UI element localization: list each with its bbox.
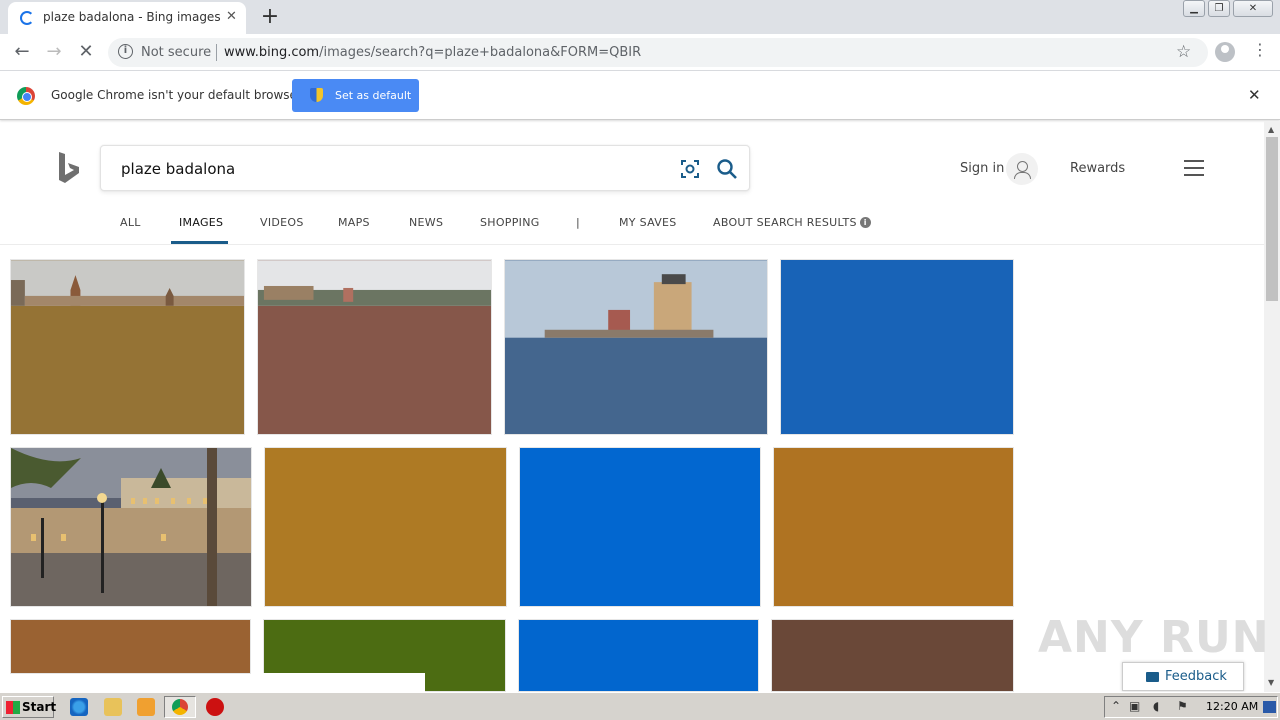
profile-avatar-icon[interactable] — [1215, 42, 1235, 62]
windows-flag-icon — [6, 701, 20, 714]
new-tab-button[interactable]: + — [258, 4, 282, 29]
close-window-button[interactable]: ✕ — [1233, 0, 1273, 17]
feedback-button[interactable]: Feedback — [1122, 662, 1244, 691]
info-icon[interactable]: i — [859, 217, 871, 228]
search-icon[interactable] — [716, 158, 738, 180]
chrome-taskbar-button[interactable] — [164, 696, 196, 718]
back-button[interactable]: ← — [10, 40, 34, 64]
search-input[interactable]: plaze badalona — [121, 160, 235, 178]
default-browser-infobar: Google Chrome isn't your default browser… — [0, 71, 1280, 120]
forward-button[interactable]: → — [42, 40, 66, 64]
partial-overlay — [263, 673, 425, 692]
security-status: Not secure — [141, 45, 212, 60]
scroll-thumb[interactable] — [1266, 137, 1278, 301]
active-tab-indicator — [171, 241, 228, 244]
image-result[interactable] — [10, 619, 251, 674]
tab-about-search-results[interactable]: ABOUT SEARCH RESULTS i — [713, 216, 871, 229]
scroll-up-icon[interactable]: ▲ — [1268, 125, 1274, 134]
scope-tabs: ALL IMAGES VIDEOS MAPS NEWS SHOPPING | M… — [0, 205, 1264, 245]
tab-maps[interactable]: MAPS — [338, 216, 370, 229]
infobar-close-icon[interactable]: ✕ — [1248, 86, 1261, 104]
start-button[interactable]: Start — [2, 696, 57, 718]
visual-search-icon[interactable] — [680, 159, 700, 179]
image-result[interactable] — [257, 259, 492, 435]
set-as-default-label: Set as default — [335, 89, 412, 102]
loading-spinner-icon — [20, 11, 34, 25]
url-domain: www.bing.com — [224, 45, 320, 60]
chrome-icon — [172, 699, 188, 715]
tab-all[interactable]: ALL — [120, 216, 141, 229]
tab-strip: plaze badalona - Bing images ✕ + ▁ ❐ ✕ — [0, 0, 1280, 34]
chrome-logo-icon — [17, 87, 35, 105]
image-result[interactable] — [10, 259, 245, 435]
tab-shopping[interactable]: SHOPPING — [480, 216, 540, 229]
feedback-icon — [1146, 672, 1159, 682]
image-result[interactable] — [504, 259, 768, 435]
scroll-down-icon[interactable]: ▼ — [1268, 678, 1274, 687]
about-search-results-label: ABOUT SEARCH RESULTS — [713, 216, 857, 229]
rewards-link[interactable]: Rewards — [1070, 161, 1125, 176]
url-path: /images/search?q=plaze+badalona&FORM=QBI… — [319, 45, 642, 60]
anyrun-watermark: ANY RUN — [1038, 612, 1270, 663]
tray-expand-icon[interactable]: ⌃ — [1111, 699, 1121, 713]
minimize-button[interactable]: ▁ — [1183, 0, 1205, 17]
tab-videos[interactable]: VIDEOS — [260, 216, 304, 229]
hamburger-menu-icon[interactable] — [1184, 160, 1204, 176]
page-scrollbar[interactable]: ▲ ▼ — [1264, 121, 1280, 692]
flag-icon[interactable]: ⚑ — [1177, 699, 1188, 713]
internet-explorer-icon[interactable] — [70, 698, 88, 716]
infobar-message: Google Chrome isn't your default browser — [51, 88, 302, 102]
media-player-icon[interactable] — [137, 698, 155, 716]
file-explorer-icon[interactable] — [104, 698, 122, 716]
system-tray: ⌃ ▣ ◖ ⚑ 12:20 AM — [1104, 696, 1278, 718]
tab-my-saves[interactable]: MY SAVES — [619, 216, 677, 229]
stop-button[interactable]: ✕ — [74, 40, 98, 64]
image-thumbnail-top — [11, 260, 244, 306]
clock: 12:20 AM — [1206, 700, 1259, 713]
image-thumbnail-top — [258, 260, 491, 306]
shield-icon — [310, 88, 323, 102]
tab-news[interactable]: NEWS — [409, 216, 443, 229]
start-label: Start — [22, 700, 57, 714]
omnibox-divider — [216, 44, 217, 61]
chrome-menu-icon[interactable]: ⋮ — [1252, 40, 1268, 59]
antivirus-icon[interactable] — [206, 698, 224, 716]
address-bar[interactable]: i Not secure www.bing.com/images/search?… — [108, 38, 1208, 67]
bing-logo-icon[interactable] — [57, 152, 81, 184]
search-box[interactable]: plaze badalona — [100, 145, 750, 191]
image-result[interactable] — [780, 259, 1014, 435]
image-result[interactable] — [518, 619, 759, 692]
feedback-label: Feedback — [1165, 669, 1227, 684]
network-icon[interactable]: ▣ — [1129, 699, 1140, 713]
set-as-default-button[interactable]: Set as default — [292, 79, 419, 112]
image-result[interactable] — [264, 447, 507, 607]
tab-images[interactable]: IMAGES — [179, 216, 223, 229]
volume-icon[interactable]: ◖ — [1153, 699, 1159, 713]
image-result[interactable] — [519, 447, 761, 607]
image-result[interactable] — [10, 447, 252, 607]
bookmark-star-icon[interactable]: ☆ — [1176, 42, 1191, 62]
taskbar: Start ⌃ ▣ ◖ ⚑ 12:20 AM — [0, 692, 1280, 720]
image-result[interactable] — [773, 447, 1014, 607]
image-result[interactable] — [771, 619, 1014, 692]
sign-in-link[interactable]: Sign in — [960, 161, 1004, 176]
tab-separator: | — [576, 216, 581, 229]
tab-close-icon[interactable]: ✕ — [226, 9, 237, 24]
info-icon[interactable]: i — [118, 44, 133, 59]
tab-active[interactable]: plaze badalona - Bing images ✕ — [8, 2, 246, 34]
url-text[interactable]: www.bing.com/images/search?q=plaze+badal… — [224, 45, 641, 60]
tab-title: plaze badalona - Bing images — [43, 10, 221, 24]
user-avatar-icon[interactable] — [1006, 153, 1038, 185]
plaza-photo — [11, 448, 251, 606]
show-desktop-icon[interactable] — [1263, 701, 1276, 713]
restore-button[interactable]: ❐ — [1208, 0, 1230, 17]
image-thumbnail-top — [505, 260, 767, 338]
browser-toolbar: ← → ✕ i Not secure www.bing.com/images/s… — [0, 34, 1280, 71]
